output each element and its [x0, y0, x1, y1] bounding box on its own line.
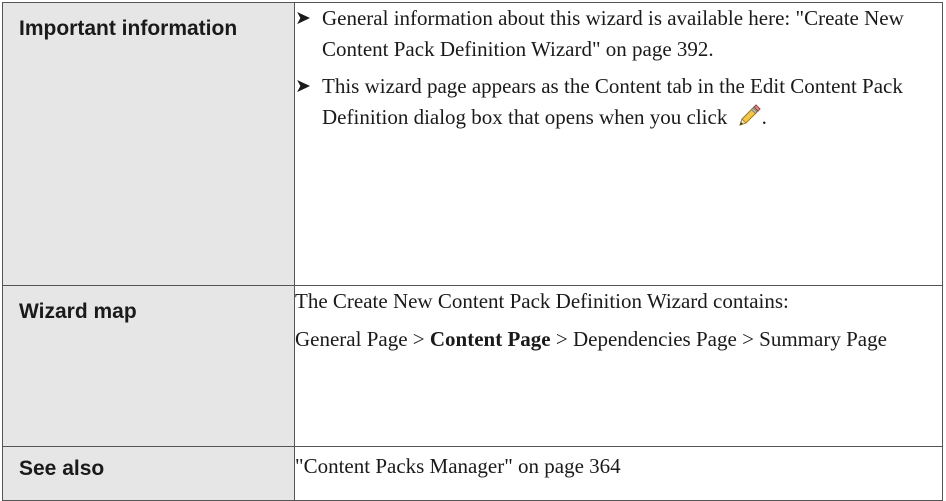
row-label-wizard-map: Wizard map — [19, 300, 137, 323]
wizard-map-separator: > — [407, 327, 430, 351]
table-row: See also "Content Packs Manager" on page… — [2, 446, 943, 501]
bullet-text-with-icon: This wizard page appears as the Content … — [322, 71, 942, 133]
see-also-link[interactable]: "Content Packs Manager" on page 364 — [295, 454, 621, 478]
list-item: ➤ General information about this wizard … — [295, 3, 942, 65]
table-row: Important information ➤ General informat… — [2, 2, 943, 286]
content-cell: "Content Packs Manager" on page 364 — [294, 446, 943, 501]
label-cell: See also — [2, 446, 295, 501]
content-cell: ➤ General information about this wizard … — [294, 2, 943, 286]
row-label-important-information: Important information — [19, 17, 238, 40]
row-label-see-also: See also — [19, 457, 105, 480]
wizard-map-sequence: General Page > Content Page > Dependenci… — [295, 324, 942, 355]
wizard-map-content-page: Content Page — [429, 327, 551, 351]
bullet-text: General information about this wizard is… — [322, 6, 904, 61]
bullet-arrow-icon: ➤ — [295, 7, 311, 29]
content-cell: The Create New Content Pack Definition W… — [294, 285, 943, 447]
list-item: ➤ This wizard page appears as the Conten… — [295, 71, 942, 133]
wizard-map-separator: > — [550, 327, 573, 351]
bullet-trailing-period: . — [761, 105, 767, 129]
bullet-text: This wizard page appears as the Content … — [322, 74, 903, 129]
wizard-map-separator: > — [736, 327, 760, 351]
table-row: Wizard map The Create New Content Pack D… — [2, 285, 943, 447]
label-cell: Important information — [2, 2, 295, 286]
wizard-map-summary-page: Summary Page — [759, 327, 887, 351]
pencil-icon — [738, 104, 761, 126]
label-cell: Wizard map — [2, 285, 295, 447]
wizard-map-general-page: General Page — [295, 327, 408, 351]
bullet-arrow-icon: ➤ — [295, 75, 311, 97]
wizard-map-dependencies-page: Dependencies Page — [572, 327, 737, 351]
info-table: Important information ➤ General informat… — [2, 2, 943, 501]
wizard-map-intro: The Create New Content Pack Definition W… — [295, 289, 789, 313]
